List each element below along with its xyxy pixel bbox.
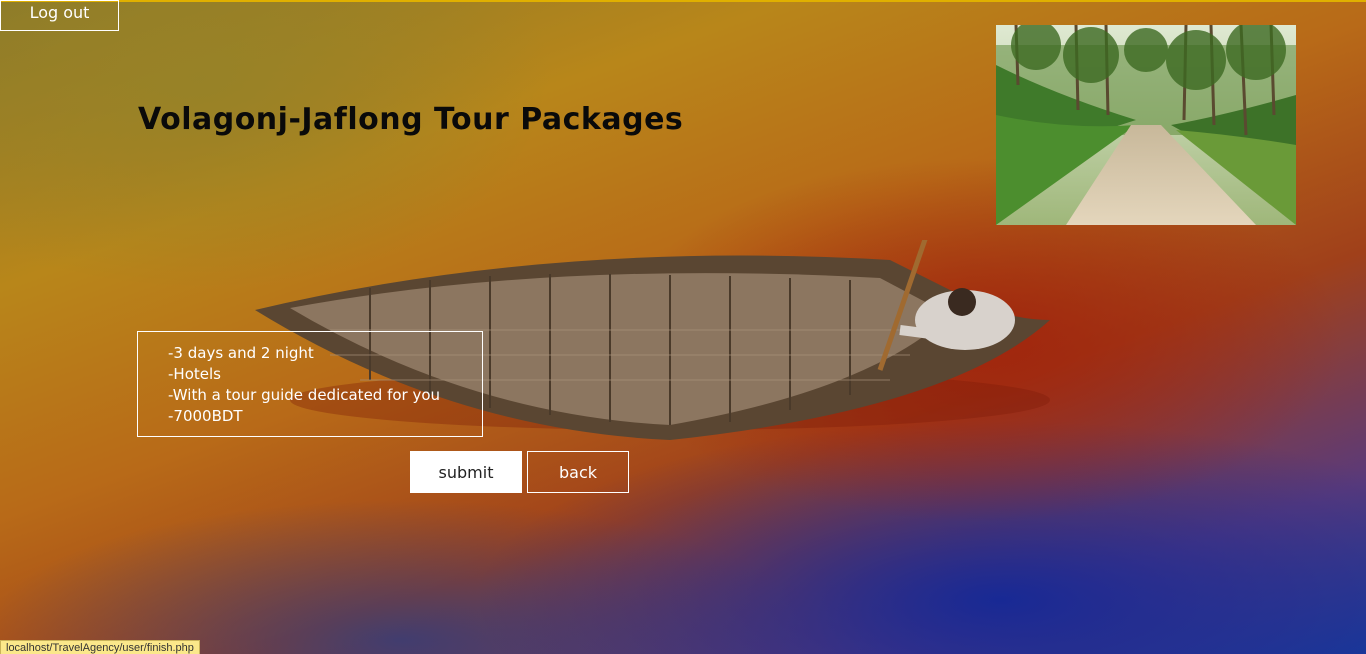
detail-duration: -3 days and 2 night xyxy=(168,344,314,362)
submit-button[interactable]: submit xyxy=(410,451,522,493)
page: Log out Volagonj-Jaflong Tour Packages -… xyxy=(0,0,1366,654)
status-bar-url: localhost/TravelAgency/user/finish.php xyxy=(0,640,200,654)
top-accent-line xyxy=(0,0,1366,2)
detail-price: -7000BDT xyxy=(168,407,243,425)
back-button[interactable]: back xyxy=(527,451,629,493)
page-title: Volagonj-Jaflong Tour Packages xyxy=(138,102,684,137)
package-details: -3 days and 2 night -Hotels -With a tour… xyxy=(137,331,483,437)
logout-button[interactable]: Log out xyxy=(0,0,119,31)
detail-tour-guide: -With a tour guide dedicated for you xyxy=(168,386,441,404)
detail-hotels: -Hotels xyxy=(168,365,221,383)
tea-garden-photo xyxy=(996,25,1296,225)
